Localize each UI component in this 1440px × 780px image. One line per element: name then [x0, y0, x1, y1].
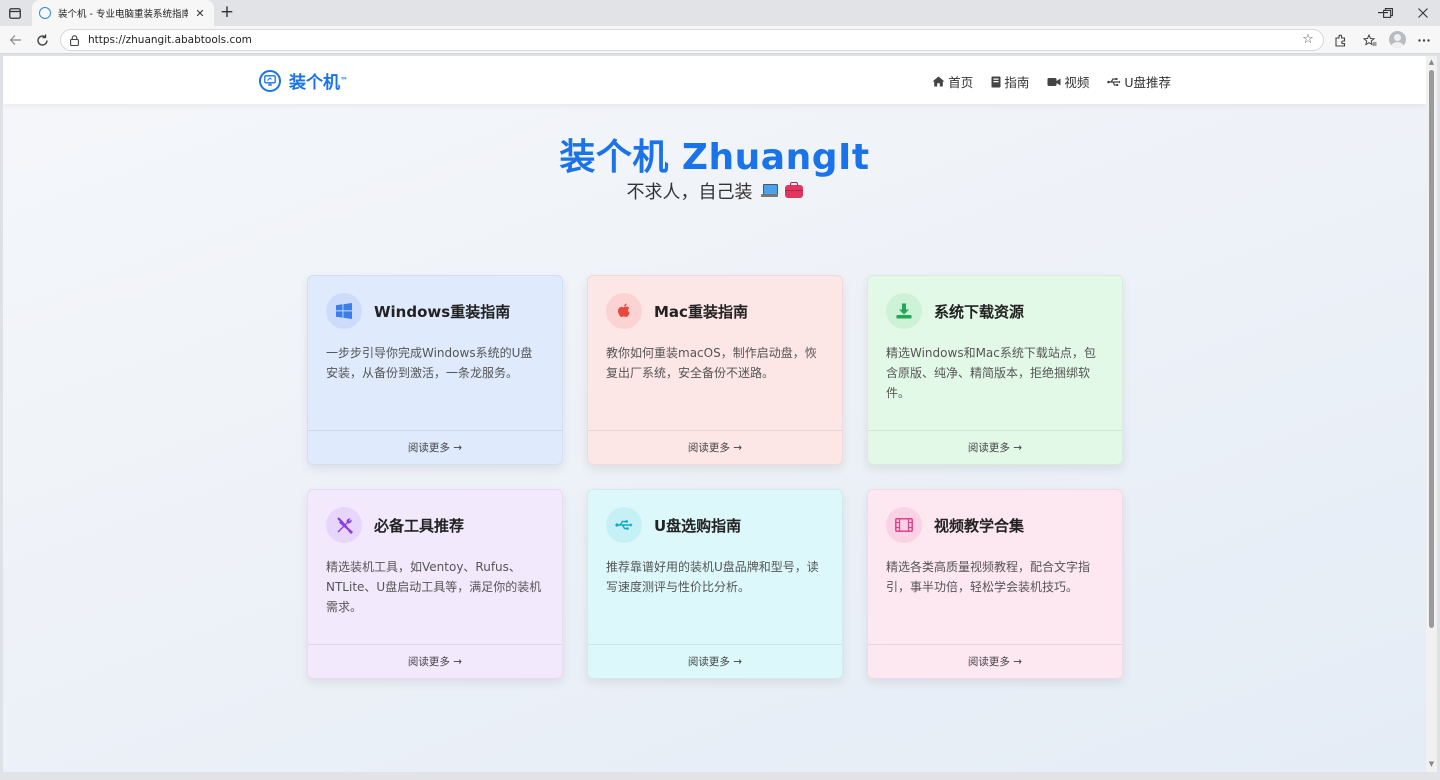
window-bottom-edge: [0, 772, 1440, 780]
site-logo[interactable]: 装个机 ™: [259, 68, 348, 93]
browser-toolbar: https://zhuangit.ababtools.com ☆: [0, 26, 1440, 54]
apple-icon: [606, 293, 642, 329]
reload-icon: [36, 34, 48, 46]
windows-icon: [326, 293, 362, 329]
film-icon: [886, 507, 922, 543]
active-tab[interactable]: 装个机 - 专业电脑重装系统指南教 ✕: [32, 0, 214, 26]
scroll-thumb[interactable]: [1429, 70, 1434, 628]
book-icon: [991, 76, 1001, 87]
nav-guide[interactable]: 指南: [991, 72, 1029, 91]
logo-monitor-icon: [259, 69, 281, 92]
card-title: U盘选购指南: [654, 516, 742, 535]
read-more-link[interactable]: 阅读更多 →: [588, 644, 842, 678]
restore-icon-wrap[interactable]: [1371, 0, 1405, 26]
back-button[interactable]: [6, 31, 24, 49]
usb-icon: [1107, 77, 1121, 86]
read-more-link[interactable]: 阅读更多 →: [588, 430, 842, 464]
nav-home[interactable]: 首页: [932, 72, 973, 91]
usb-icon: [606, 507, 642, 543]
lock-icon[interactable]: [68, 34, 80, 46]
card-title: Mac重装指南: [654, 302, 748, 321]
new-tab-button[interactable]: +: [218, 3, 236, 21]
site-header: 装个机 ™ 首页 指南 视频 U盘推荐: [3, 56, 1426, 104]
page-viewport: 装个机™ 首页 指南 视频 U盘推荐 装个机 ZhuangIt 不求人，自己装: [3, 56, 1426, 772]
download-icon: [886, 293, 922, 329]
tab-title: 装个机 - 专业电脑重装系统指南教: [58, 9, 188, 20]
read-more-link[interactable]: 阅读更多 →: [868, 644, 1122, 678]
card-title: 系统下载资源: [934, 302, 1025, 321]
card-description: 推荐靠谱好用的装机U盘品牌和型号，读写速度测评与性价比分析。: [606, 560, 819, 594]
tab-strip: 装个机 - 专业电脑重装系统指南教 ✕ +: [0, 0, 1440, 26]
tab-actions-button[interactable]: [6, 4, 24, 22]
nav-video[interactable]: 视频: [1047, 72, 1089, 91]
card-system-download[interactable]: 系统下载资源 精选Windows和Mac系统下载站点，包含原版、纯净、精简版本，…: [867, 275, 1123, 465]
nav-usb-label: U盘推荐: [1124, 75, 1171, 90]
video-icon: [1047, 77, 1061, 86]
hero-subtitle: 不求人，自己装: [3, 178, 1426, 204]
main-nav: 首页 指南 视频 U盘推荐: [914, 72, 1171, 91]
card-usb-guide[interactable]: U盘选购指南 推荐靠谱好用的装机U盘品牌和型号，读写速度测评与性价比分析。 阅读…: [587, 489, 843, 679]
nav-usb[interactable]: U盘推荐: [1107, 72, 1171, 91]
hero-subtitle-text: 不求人，自己装: [626, 182, 753, 203]
read-more-link[interactable]: 阅读更多 →: [868, 430, 1122, 464]
extensions-icon: [1334, 34, 1345, 47]
scroll-down-arrow-icon[interactable]: ▼: [1428, 760, 1435, 768]
card-description: 精选装机工具，如Ventoy、Rufus、NTLite、U盘启动工具等，满足你的…: [326, 560, 542, 614]
window-menu-icon: [9, 7, 21, 19]
read-more-link[interactable]: 阅读更多 →: [308, 644, 562, 678]
card-mac-guide[interactable]: Mac重装指南 教你如何重装macOS，制作启动盘，恢复出厂系统，安全备份不迷路…: [587, 275, 843, 465]
more-dots-icon: [1418, 38, 1430, 42]
reload-button[interactable]: [33, 31, 51, 49]
tools-icon: [326, 507, 362, 543]
hero-title: 装个机 ZhuangIt: [559, 137, 870, 178]
card-tools[interactable]: 必备工具推荐 精选装机工具，如Ventoy、Rufus、NTLite、U盘启动工…: [307, 489, 563, 679]
favorite-star-icon[interactable]: ☆: [1301, 33, 1315, 47]
site-favicon-icon: [39, 7, 51, 19]
read-more-link[interactable]: 阅读更多 →: [308, 430, 562, 464]
home-icon: [932, 76, 945, 87]
favorites-icon: [1363, 33, 1377, 46]
favorites-button[interactable]: [1361, 31, 1379, 49]
nav-home-label: 首页: [948, 75, 974, 90]
more-button[interactable]: [1415, 31, 1433, 49]
card-title: 视频教学合集: [934, 516, 1025, 535]
card-description: 教你如何重装macOS，制作启动盘，恢复出厂系统，安全备份不迷路。: [606, 346, 817, 380]
page-scrollbar[interactable]: ▲ ▼: [1426, 56, 1437, 772]
extensions-button[interactable]: [1331, 31, 1349, 49]
profile-avatar[interactable]: [1389, 31, 1406, 48]
scroll-up-arrow-icon[interactable]: ▲: [1428, 58, 1435, 66]
nav-video-label: 视频: [1064, 75, 1090, 90]
card-description: 精选Windows和Mac系统下载站点，包含原版、纯净、精简版本，拒绝捆绑软件。: [886, 346, 1096, 400]
toolbox-emoji-icon: [784, 181, 803, 198]
logo-text: 装个机: [289, 73, 340, 93]
nav-guide-label: 指南: [1004, 75, 1030, 90]
close-tab-icon[interactable]: ✕: [194, 7, 206, 20]
close-window-button[interactable]: [1406, 0, 1440, 26]
card-video-tutorials[interactable]: 视频教学合集 精选各类高质量视频教程，配合文字指引，事半功倍，轻松学会装机技巧。…: [867, 489, 1123, 679]
url-text[interactable]: https://zhuangit.ababtools.com: [88, 34, 1301, 46]
back-arrow-icon: [9, 35, 21, 45]
card-description: 精选各类高质量视频教程，配合文字指引，事半功倍，轻松学会装机技巧。: [886, 560, 1091, 594]
card-windows-guide[interactable]: Windows重装指南 一步步引导你完成Windows系统的U盘安装，从备份到激…: [307, 275, 563, 465]
card-title: Windows重装指南: [374, 302, 511, 321]
card-title: 必备工具推荐: [374, 516, 465, 535]
close-icon: [1418, 8, 1428, 18]
restore-icon: [1383, 8, 1393, 18]
address-bar[interactable]: https://zhuangit.ababtools.com ☆: [60, 29, 1324, 51]
logo-trademark: ™: [340, 76, 348, 85]
laptop-emoji-icon: [760, 184, 778, 198]
card-description: 一步步引导你完成Windows系统的U盘安装，从备份到激活，一条龙服务。: [326, 346, 533, 380]
